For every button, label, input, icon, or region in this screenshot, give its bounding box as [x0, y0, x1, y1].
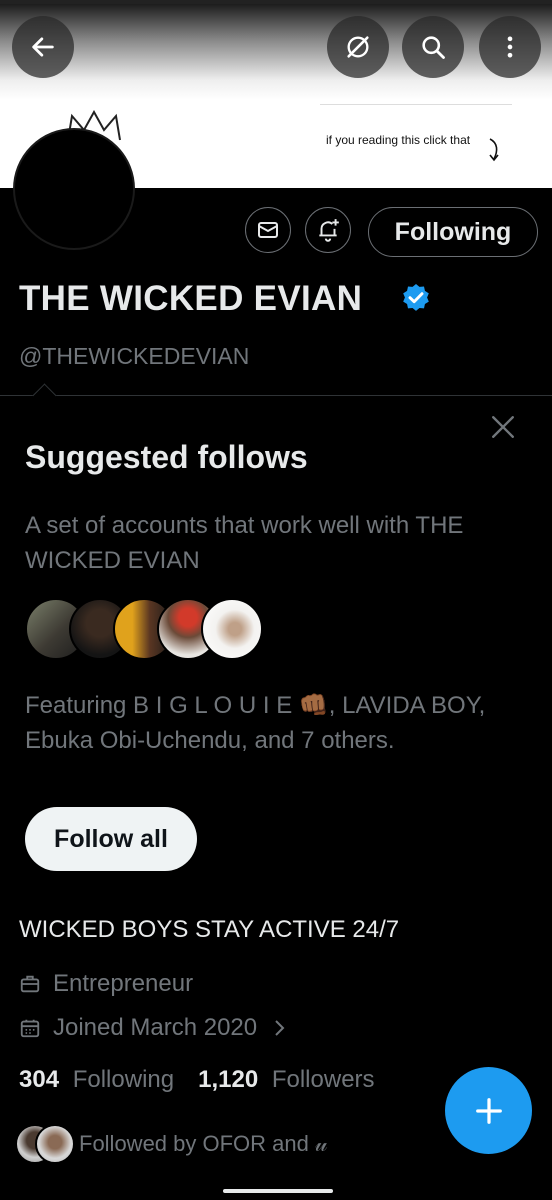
arrow-left-icon [32, 37, 54, 57]
notifications-button[interactable] [305, 207, 351, 253]
calendar-icon [20, 1019, 40, 1038]
followers-count: 1,120 [198, 1066, 259, 1093]
profession-row: Entrepreneur [19, 970, 193, 998]
featuring-text: Featuring B I G L O U I E 👊🏾, LAVIDA BOY… [25, 692, 486, 754]
briefcase-icon [20, 975, 40, 993]
profile-avatar[interactable] [13, 128, 135, 250]
more-vertical-icon [507, 36, 513, 58]
section-divider [0, 395, 552, 396]
curved-arrow-icon [489, 138, 499, 162]
back-button[interactable] [12, 16, 74, 78]
status-strip [0, 0, 552, 4]
grok-button[interactable] [327, 16, 389, 78]
following-stat[interactable]: 304 Following [19, 1066, 174, 1094]
followers-stat[interactable]: 1,120 Followers [198, 1066, 374, 1094]
search-button[interactable] [402, 16, 464, 78]
profile-handle: @THEWICKEDEVIAN [19, 343, 250, 369]
chevron-right-icon [275, 1020, 285, 1036]
envelope-icon [258, 222, 278, 238]
search-icon [422, 36, 445, 59]
follow-stats: 304 Following 1,120 Followers [19, 1066, 375, 1094]
suggested-avatar[interactable] [201, 598, 263, 660]
joined-row[interactable]: Joined March 2020 [19, 1014, 287, 1042]
suggested-follows-title: Suggested follows [25, 439, 308, 475]
followers-label: Followers [271, 1066, 375, 1093]
banner-note-text: if you reading this click that [326, 133, 471, 147]
home-indicator[interactable] [223, 1189, 333, 1193]
following-button[interactable]: Following [368, 207, 538, 257]
banner-note: if you reading this click that [320, 104, 512, 185]
suggested-follows-description: A set of accounts that work well with TH… [25, 512, 464, 574]
more-button[interactable] [479, 16, 541, 78]
joined-label: Joined March 2020 [53, 1014, 258, 1041]
profession-label: Entrepreneur [53, 970, 194, 997]
following-label: Following [72, 1066, 175, 1093]
followed-by-avatar[interactable] [35, 1124, 75, 1164]
plus-icon [475, 1097, 502, 1124]
suggested-avatars[interactable] [25, 598, 265, 660]
close-icon[interactable] [490, 414, 516, 440]
following-count: 304 [19, 1066, 60, 1093]
profile-bio: WICKED BOYS STAY ACTIVE 24/7 [19, 916, 400, 943]
callout-notch [32, 383, 57, 408]
followed-by-avatars[interactable] [15, 1124, 75, 1164]
followed-by-text[interactable]: Followed by OFOR and 𝓊 [79, 1131, 327, 1157]
message-button[interactable] [245, 207, 291, 253]
profile-name: THE WICKED EVIAN [19, 279, 363, 318]
grok-icon [347, 36, 369, 58]
verified-badge-icon [403, 284, 429, 311]
compose-button[interactable] [445, 1067, 532, 1154]
bell-plus-icon [319, 219, 339, 242]
follow-all-button[interactable]: Follow all [25, 807, 197, 871]
